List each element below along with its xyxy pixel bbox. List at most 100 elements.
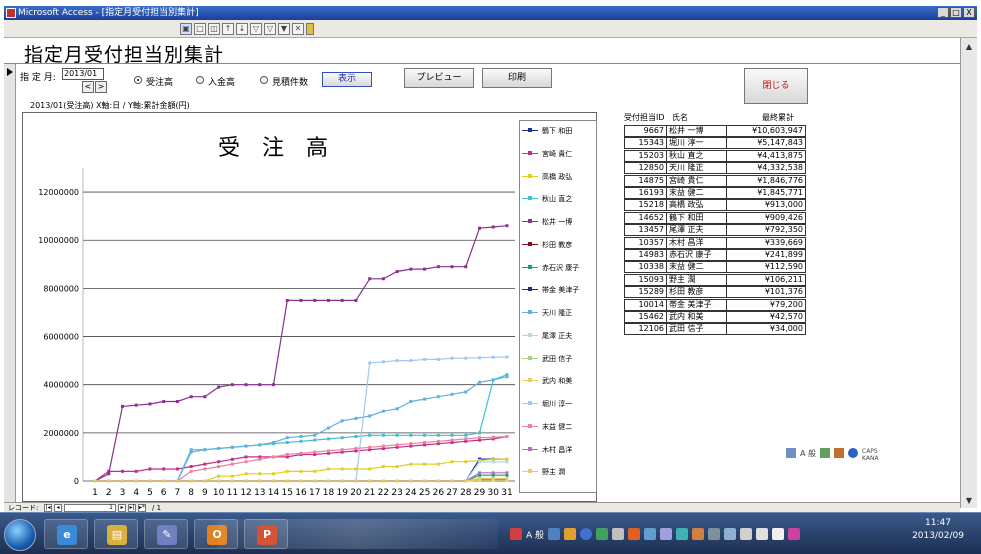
apply-filter-icon[interactable]: ▼ bbox=[278, 23, 290, 35]
first-record-button[interactable]: |◂ bbox=[44, 504, 52, 512]
x-tick-label: 16 bbox=[295, 488, 307, 498]
ime-pad-icon[interactable] bbox=[820, 448, 831, 458]
series-16 bbox=[93, 476, 509, 483]
table-row[interactable]: 15343 堀川 淳一 ¥5,147,843 bbox=[624, 137, 806, 150]
radio-estimates[interactable] bbox=[260, 76, 268, 84]
last-record-button[interactable]: ▸| bbox=[128, 504, 136, 512]
data-point bbox=[395, 359, 399, 363]
toolbar-overflow-icon[interactable] bbox=[306, 23, 314, 35]
ime-mode[interactable]: A 般 bbox=[800, 448, 816, 464]
ime-dict-icon[interactable] bbox=[834, 448, 845, 458]
tray-printer-icon[interactable] bbox=[612, 528, 625, 540]
ime-toolbar[interactable]: A 般 CAPS KANA bbox=[786, 448, 888, 464]
form-view-icon[interactable]: □ bbox=[194, 23, 206, 35]
data-point bbox=[244, 460, 248, 464]
tray-pad-icon[interactable] bbox=[564, 528, 577, 540]
taskbar-app-paint[interactable]: ✎ bbox=[144, 519, 188, 549]
radio-orders[interactable] bbox=[134, 76, 142, 84]
sort-desc-icon[interactable]: ↓ bbox=[236, 23, 248, 35]
cell-total: ¥5,147,843 bbox=[757, 138, 803, 148]
chart-title: 受 注 高 bbox=[218, 136, 328, 161]
tray-network-icon[interactable] bbox=[596, 528, 609, 540]
minimize-button[interactable]: _ bbox=[937, 7, 949, 18]
taskbar-app-explorer[interactable]: ▤ bbox=[94, 519, 138, 549]
tray-office-icon[interactable] bbox=[628, 528, 641, 540]
print-preview-icon[interactable]: ◫ bbox=[208, 23, 220, 35]
tray-display-icon[interactable] bbox=[660, 528, 673, 540]
record-selector[interactable] bbox=[4, 64, 16, 502]
print-button[interactable]: 印刷 bbox=[482, 68, 552, 88]
show-button[interactable]: 表示 bbox=[322, 72, 372, 87]
ime-icon[interactable] bbox=[786, 448, 796, 458]
table-row[interactable]: 12106 武田 信子 ¥34,000 bbox=[624, 323, 806, 336]
tray-battery-icon[interactable] bbox=[756, 528, 769, 540]
month-input[interactable]: 2013/01 bbox=[62, 68, 104, 80]
table-row[interactable]: 10338 末益 健二 ¥112,590 bbox=[624, 261, 806, 274]
table-row[interactable]: 9667 松井 一博 ¥10,603,947 bbox=[624, 125, 806, 137]
tray-volume-icon[interactable] bbox=[724, 528, 737, 540]
preview-button[interactable]: プレビュー bbox=[404, 68, 474, 88]
scroll-down-icon[interactable]: ▼ bbox=[964, 496, 974, 506]
radio-payments[interactable] bbox=[196, 76, 204, 84]
table-row[interactable]: 14875 宮崎 貴仁 ¥1,846,776 bbox=[624, 174, 806, 187]
data-point bbox=[409, 462, 413, 466]
data-point bbox=[326, 298, 330, 302]
table-row[interactable]: 15289 杉田 教彦 ¥101,376 bbox=[624, 286, 806, 299]
tray-ime-icon[interactable] bbox=[548, 528, 561, 540]
taskbar-app-ie[interactable]: e bbox=[44, 519, 88, 549]
y-tick-label: 8000000 bbox=[43, 284, 79, 293]
prev-month-button[interactable]: < bbox=[82, 81, 94, 93]
start-button[interactable] bbox=[4, 519, 36, 551]
tray-flag-icon[interactable] bbox=[708, 528, 721, 540]
tray-help-icon[interactable] bbox=[580, 528, 593, 540]
tray-notify-icon[interactable] bbox=[788, 528, 801, 540]
radio-payments-label: 入金高 bbox=[208, 78, 236, 88]
tray-app-icon[interactable] bbox=[510, 528, 522, 540]
y-tick-label: 6000000 bbox=[43, 333, 79, 342]
tray-speaker-icon[interactable] bbox=[772, 528, 785, 540]
tray-security-icon[interactable] bbox=[692, 528, 705, 540]
close-window-button[interactable]: X bbox=[963, 7, 975, 18]
table-row[interactable]: 10014 帯金 美津子 ¥79,200 bbox=[624, 298, 806, 311]
taskbar-clock[interactable]: 11:47 2013/02/09 bbox=[898, 517, 978, 543]
data-point bbox=[285, 479, 289, 483]
filter-selection-icon[interactable]: ▽ bbox=[250, 23, 262, 35]
vertical-scrollbar[interactable]: ▲ ▼ bbox=[960, 38, 977, 508]
filter-form-icon[interactable]: ▽ bbox=[264, 23, 276, 35]
data-point bbox=[354, 416, 358, 420]
tray-sync-icon[interactable] bbox=[644, 528, 657, 540]
tray-update-icon[interactable] bbox=[676, 528, 689, 540]
remove-filter-icon[interactable]: ✕ bbox=[292, 23, 304, 35]
table-row[interactable]: 14652 鶴下 和田 ¥909,426 bbox=[624, 211, 806, 224]
table-row[interactable]: 10357 木村 昌洋 ¥339,669 bbox=[624, 236, 806, 249]
table-row[interactable]: 15203 秋山 直之 ¥4,413,875 bbox=[624, 149, 806, 162]
y-tick-label: 2000000 bbox=[43, 429, 79, 438]
table-row[interactable]: 15218 高橋 政弘 ¥913,000 bbox=[624, 199, 806, 212]
new-record-button[interactable]: ▸* bbox=[138, 504, 146, 512]
table-row[interactable]: 15093 野主 潤 ¥106,211 bbox=[624, 273, 806, 286]
data-point bbox=[203, 479, 207, 483]
design-view-icon[interactable]: ▣ bbox=[180, 23, 192, 35]
tray-ime-mode[interactable]: A 般 bbox=[526, 528, 544, 541]
cell-total: ¥79,200 bbox=[769, 299, 803, 309]
record-number-input[interactable]: 1 bbox=[64, 504, 116, 512]
data-point bbox=[381, 360, 385, 364]
next-month-button[interactable]: > bbox=[95, 81, 107, 93]
help-icon[interactable] bbox=[848, 448, 859, 458]
table-row[interactable]: 12850 天川 隆正 ¥4,332,538 bbox=[624, 162, 806, 175]
next-record-button[interactable]: ▸ bbox=[118, 504, 126, 512]
data-point bbox=[395, 407, 399, 411]
maximize-button[interactable]: □ bbox=[950, 7, 962, 18]
table-row[interactable]: 14983 赤石沢 康子 ¥241,899 bbox=[624, 249, 806, 261]
table-row[interactable]: 16193 末益 健二 ¥1,845,771 bbox=[624, 187, 806, 199]
data-point bbox=[107, 479, 111, 483]
prev-record-button[interactable]: ◂ bbox=[54, 504, 62, 512]
table-row[interactable]: 15462 武内 和美 ¥42,570 bbox=[624, 311, 806, 323]
table-row[interactable]: 13457 尾澤 正夫 ¥792,350 bbox=[624, 224, 806, 237]
tray-power-icon[interactable] bbox=[740, 528, 753, 540]
scroll-up-icon[interactable]: ▲ bbox=[964, 42, 974, 52]
sort-asc-icon[interactable]: ↑ bbox=[222, 23, 234, 35]
y-tick-label: 0 bbox=[74, 477, 79, 486]
close-form-button[interactable]: 閉じる bbox=[744, 68, 808, 104]
access-app-icon[interactable] bbox=[6, 8, 16, 18]
